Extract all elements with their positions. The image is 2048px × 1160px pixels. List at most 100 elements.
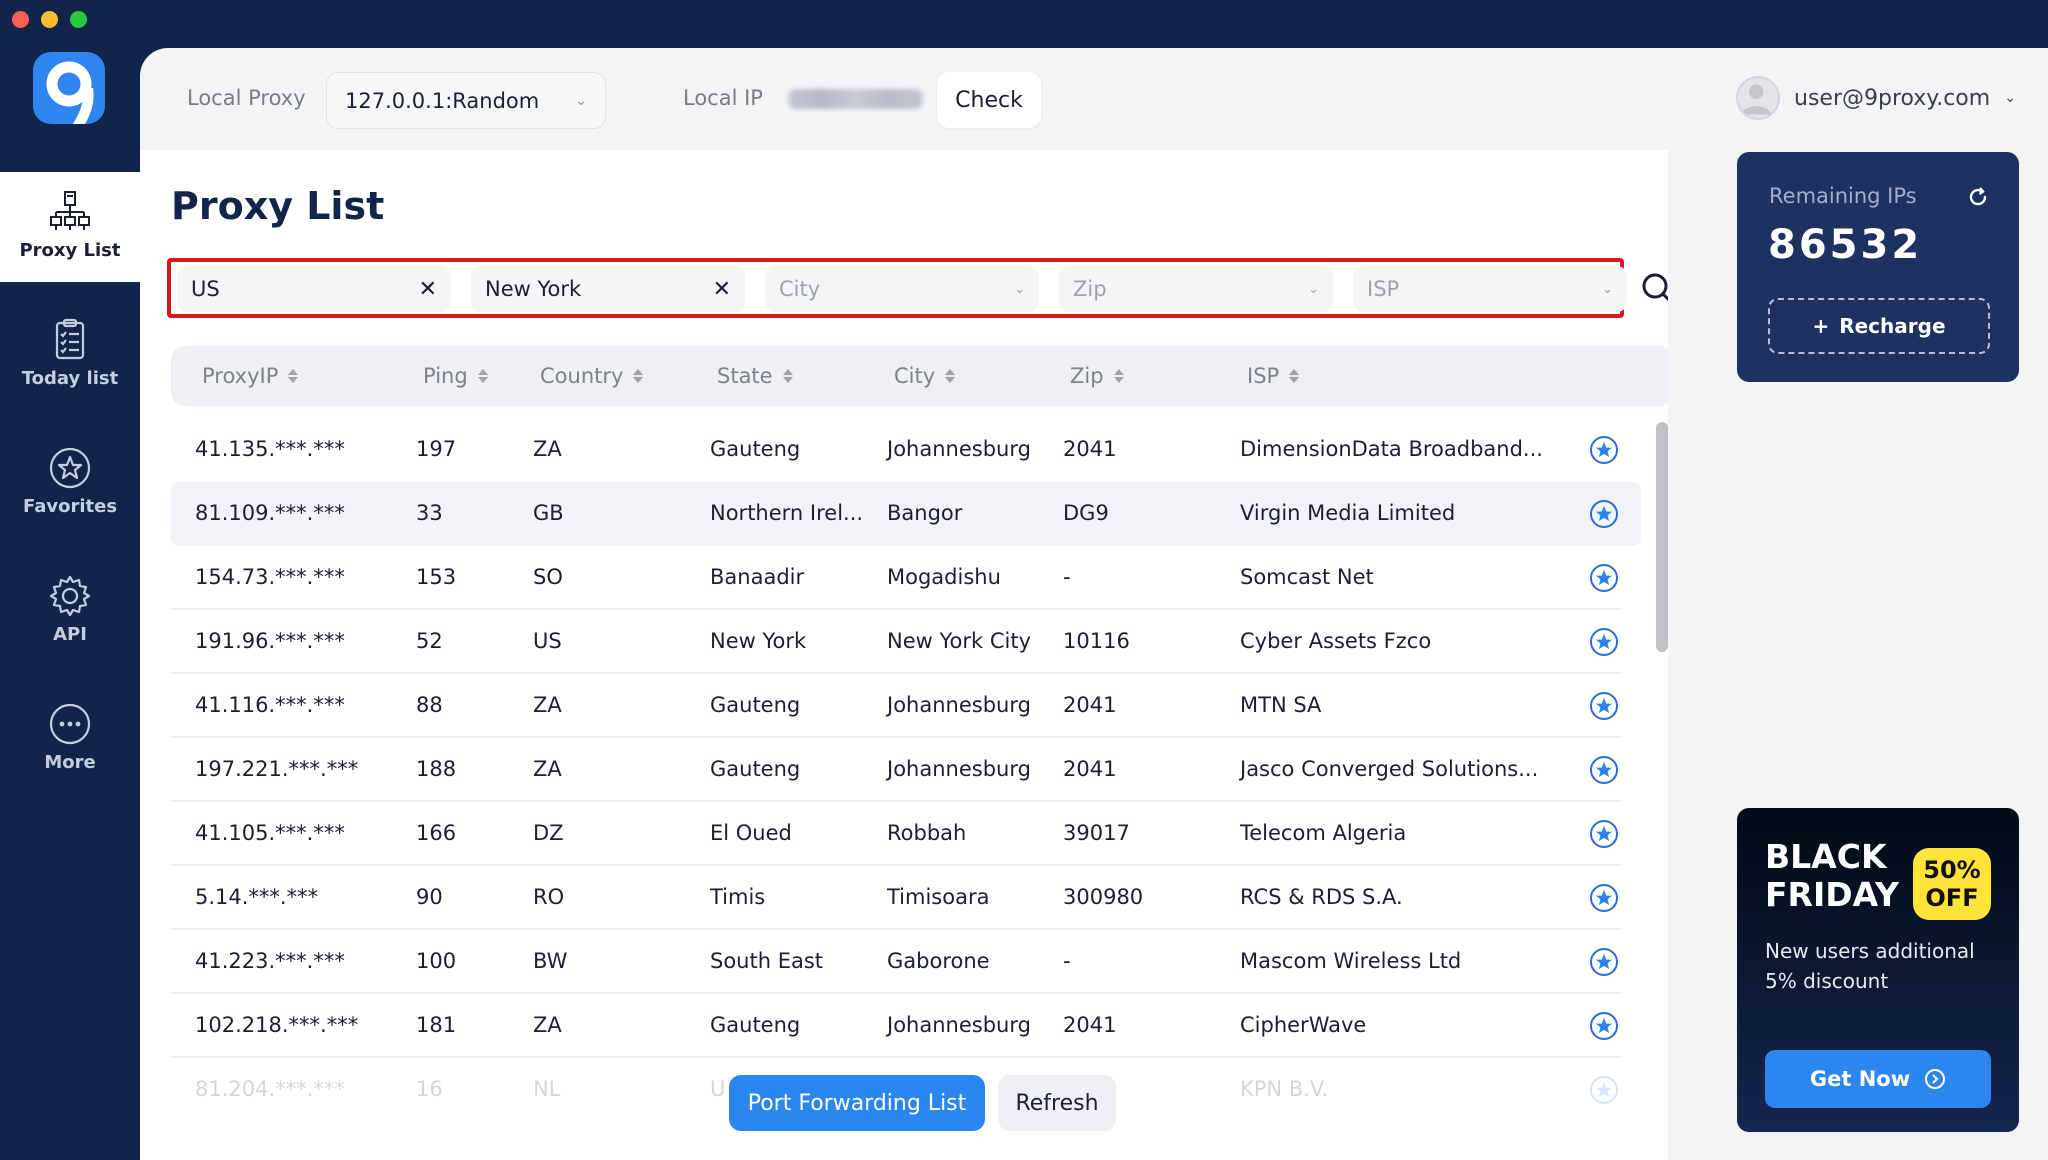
- column-header-city[interactable]: City: [894, 364, 956, 388]
- sidebar-item-favorites[interactable]: Favorites: [0, 446, 140, 517]
- cell-city: Johannesburg: [887, 437, 1031, 461]
- discount-badge: 50% OFF: [1913, 848, 1991, 920]
- column-header-proxyip[interactable]: ProxyIP: [202, 364, 299, 388]
- cell-zip: -: [1063, 565, 1071, 589]
- local-proxy-select[interactable]: 127.0.0.1:Random ⌄: [326, 72, 606, 129]
- favorite-star-icon[interactable]: [1589, 627, 1619, 657]
- get-now-button[interactable]: Get Now: [1765, 1050, 1991, 1108]
- favorite-star-icon[interactable]: [1589, 883, 1619, 913]
- proxy-table-body: 41.135.***.*** 197 ZA Gauteng Johannesburg 20…: [171, 418, 1641, 1122]
- table-row[interactable]: 5.14.***.*** 90 RO Timis Timisoara 300980 RCS …: [171, 866, 1621, 930]
- favorite-star-icon[interactable]: [1589, 819, 1619, 849]
- table-row[interactable]: 102.218.***.*** 181 ZA Gauteng Johannesburg 2…: [171, 994, 1621, 1058]
- sidebar-item-today-list[interactable]: Today list: [0, 318, 140, 389]
- favorite-star-icon[interactable]: [1589, 1075, 1619, 1105]
- table-row[interactable]: 197.221.***.*** 188 ZA Gauteng Johannesburg 2…: [171, 738, 1621, 802]
- check-ip-button[interactable]: Check: [937, 72, 1041, 128]
- sort-icon: [288, 369, 299, 383]
- refresh-icon[interactable]: [1967, 186, 1989, 208]
- chevron-down-icon: ⌄: [2004, 90, 2016, 106]
- favorite-star-icon[interactable]: [1589, 563, 1619, 593]
- column-header-zip[interactable]: Zip: [1070, 364, 1124, 388]
- table-row[interactable]: 81.109.***.*** 33 GB Northern Irel... Bangor…: [171, 482, 1641, 546]
- top-bar: Local Proxy 127.0.0.1:Random ⌄ Local IP …: [140, 48, 2048, 150]
- sidebar-item-label: More: [44, 752, 96, 773]
- country-filter[interactable]: US ✕: [177, 266, 451, 312]
- cell-ping: 166: [416, 821, 457, 845]
- country-filter-value: US: [191, 277, 220, 301]
- state-filter[interactable]: New York ✕: [471, 266, 745, 312]
- close-window-button[interactable]: [12, 11, 29, 28]
- chevron-down-icon: ⌄: [1308, 281, 1319, 297]
- cell-state: Gauteng: [710, 437, 801, 461]
- clear-icon[interactable]: ✕: [419, 277, 437, 302]
- promo-title-line: FRIDAY: [1765, 875, 1899, 914]
- column-header-ping[interactable]: Ping: [423, 364, 488, 388]
- cell-isp: Cyber Assets Fzco: [1240, 629, 1432, 653]
- cell-ip: 41.223.***.***: [195, 949, 345, 973]
- cell-isp: Telecom Algeria: [1240, 821, 1407, 845]
- favorite-star-icon[interactable]: [1589, 691, 1619, 721]
- favorite-star-icon[interactable]: [1589, 1011, 1619, 1041]
- recharge-button[interactable]: + Recharge: [1768, 298, 1990, 354]
- city-filter[interactable]: City ⌄: [765, 266, 1039, 312]
- sort-icon: [945, 369, 956, 383]
- sidebar-item-label: Today list: [21, 368, 119, 389]
- state-filter-value: New York: [485, 277, 582, 301]
- column-header-state[interactable]: State: [717, 364, 793, 388]
- cell-country: ZA: [533, 693, 562, 717]
- sidebar-item-label: Favorites: [22, 496, 118, 517]
- refresh-button[interactable]: Refresh: [998, 1075, 1116, 1131]
- minimize-window-button[interactable]: [41, 11, 58, 28]
- cell-country: ZA: [533, 437, 562, 461]
- table-scrollbar[interactable]: [1656, 422, 1668, 652]
- maximize-window-button[interactable]: [70, 11, 87, 28]
- table-row[interactable]: 154.73.***.*** 153 SO Banaadir Mogadishu - Som…: [171, 546, 1621, 610]
- cell-zip: 2041: [1063, 693, 1117, 717]
- cell-zip: -: [1063, 949, 1071, 973]
- app-logo: [33, 52, 105, 124]
- cell-ip: 5.14.***.***: [195, 885, 319, 909]
- location-filters: US ✕ New York ✕ City ⌄ Zip ⌄ ISP ⌄: [167, 258, 1627, 318]
- star-circle-icon: [49, 447, 91, 489]
- column-header-country[interactable]: Country: [540, 364, 644, 388]
- favorite-star-icon[interactable]: [1589, 947, 1619, 977]
- column-header-isp[interactable]: ISP: [1247, 364, 1300, 388]
- cell-isp: RCS & RDS S.A.: [1240, 885, 1403, 909]
- cell-state: South East: [710, 949, 824, 973]
- cell-city: Mogadishu: [887, 565, 1001, 589]
- cell-ping: 188: [416, 757, 457, 781]
- clear-icon[interactable]: ✕: [713, 277, 731, 302]
- cell-country: SO: [533, 565, 563, 589]
- favorite-star-icon[interactable]: [1589, 499, 1619, 529]
- cell-ping: 197: [416, 437, 457, 461]
- cell-city: Johannesburg: [887, 757, 1031, 781]
- table-row[interactable]: 191.96.***.*** 52 US New York New York City 1…: [171, 610, 1621, 674]
- zip-filter[interactable]: Zip ⌄: [1059, 266, 1333, 312]
- table-row[interactable]: 41.116.***.*** 88 ZA Gauteng Johannesburg 204…: [171, 674, 1621, 738]
- badge-line: OFF: [1925, 884, 1979, 912]
- promo-subtitle: New users additional 5% discount: [1765, 939, 1975, 993]
- table-row[interactable]: 41.105.***.*** 166 DZ El Oued Robbah 39017 Tel…: [171, 802, 1621, 866]
- table-row[interactable]: 41.135.***.*** 197 ZA Gauteng Johannesburg 20…: [171, 418, 1621, 482]
- remaining-ips-label: Remaining IPs: [1769, 184, 1917, 208]
- port-forwarding-list-button[interactable]: Port Forwarding List: [729, 1075, 985, 1131]
- cell-ip: 41.105.***.***: [195, 821, 345, 845]
- cell-zip: 39017: [1063, 821, 1130, 845]
- cell-zip: 10116: [1063, 629, 1130, 653]
- cell-ping: 52: [416, 629, 443, 653]
- cell-state: Gauteng: [710, 1013, 801, 1037]
- favorite-star-icon[interactable]: [1589, 435, 1619, 465]
- sidebar-item-proxy-list[interactable]: Proxy List: [0, 190, 140, 261]
- table-row[interactable]: 41.223.***.*** 100 BW South East Gaborone - Ma…: [171, 930, 1621, 994]
- favorite-star-icon[interactable]: [1589, 755, 1619, 785]
- isp-filter[interactable]: ISP ⌄: [1353, 266, 1627, 312]
- cell-ip: 81.204.***.***: [195, 1077, 345, 1101]
- column-label: ISP: [1247, 364, 1280, 388]
- cell-state: Banaadir: [710, 565, 805, 589]
- sidebar-item-more[interactable]: More: [0, 702, 140, 773]
- local-ip-value-blurred: [788, 89, 923, 109]
- sidebar-item-api[interactable]: API: [0, 574, 140, 645]
- sort-icon: [477, 369, 488, 383]
- user-menu[interactable]: user@9proxy.com ⌄: [1736, 76, 2016, 120]
